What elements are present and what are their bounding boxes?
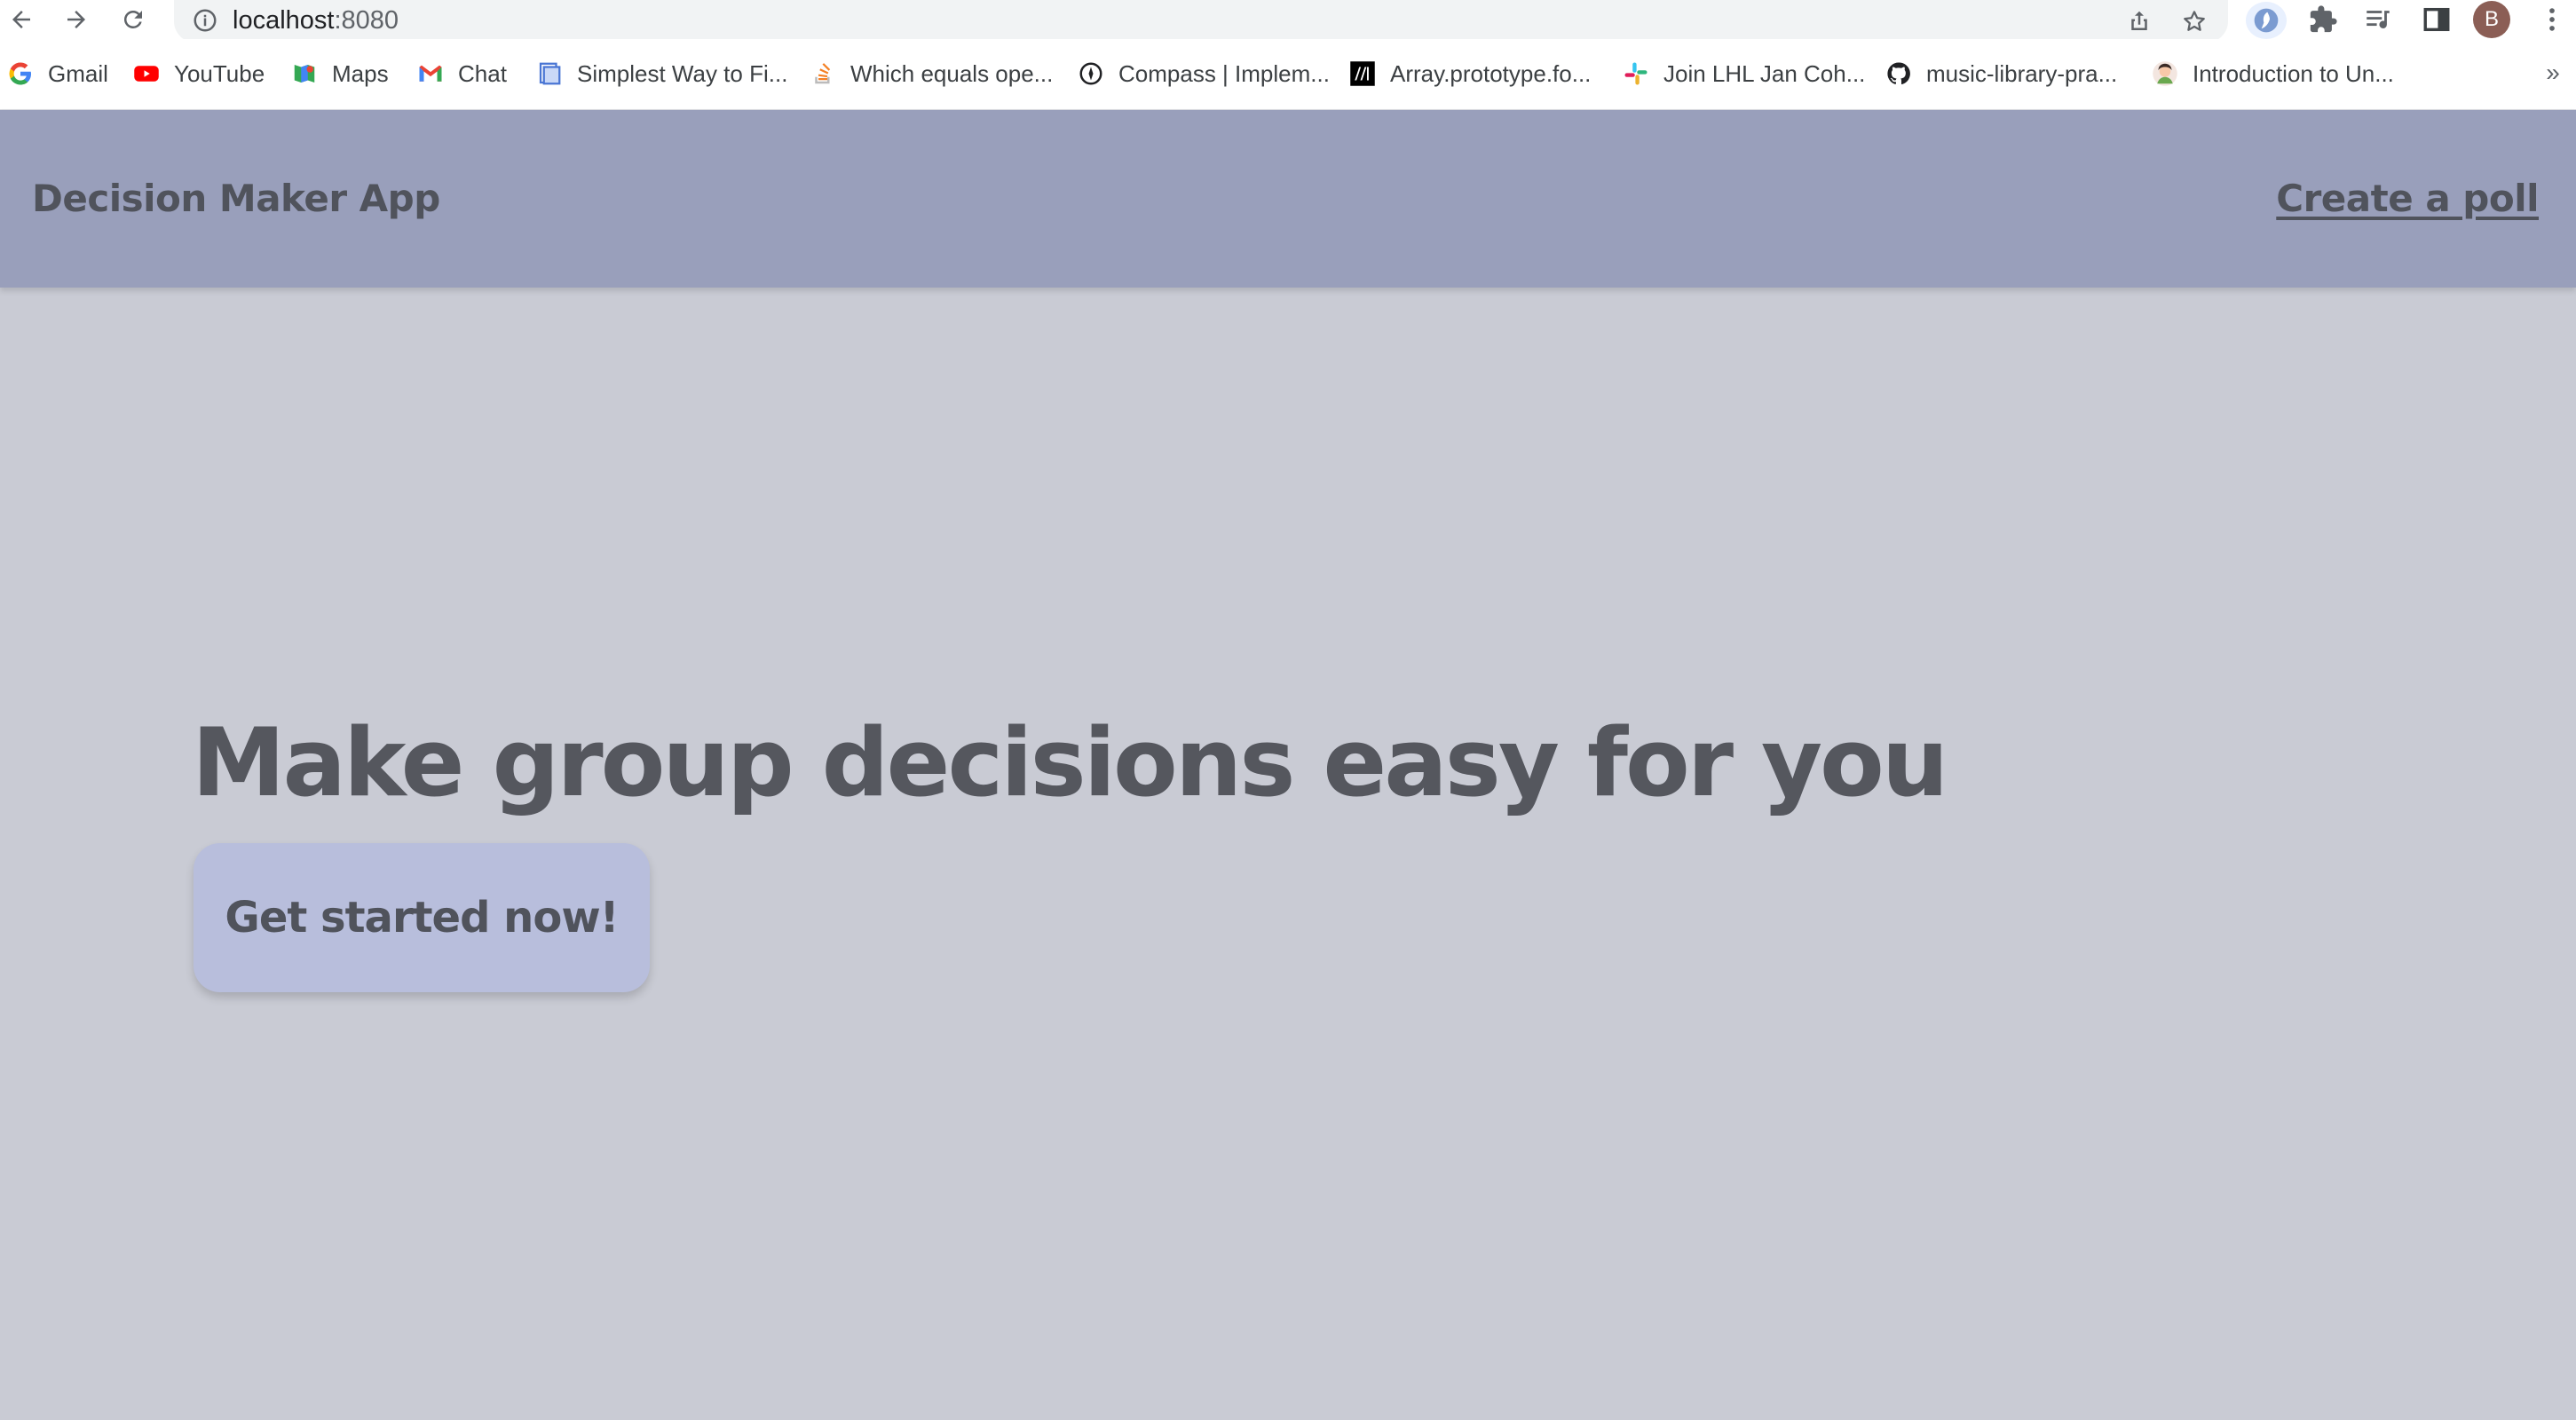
bookmark-gmail[interactable]: Gmail <box>7 53 108 94</box>
kebab-menu-icon <box>2549 8 2555 31</box>
app-header: Decision Maker App Create a poll <box>0 110 2576 288</box>
bookmark-label: Gmail <box>48 59 108 87</box>
bookmark-star-button[interactable] <box>2177 4 2212 39</box>
stackoverflow-icon <box>810 60 836 87</box>
puzzle-icon <box>2310 5 2337 33</box>
side-panel-icon <box>2423 7 2450 32</box>
compass-icon <box>1078 60 1104 87</box>
create-poll-link[interactable]: Create a poll <box>2276 163 2539 234</box>
slack-icon <box>1623 60 1649 87</box>
bookmark-label: music-library-pra... <box>1926 59 2118 87</box>
bookmark-join-lhl[interactable]: Join LHL Jan Coh... <box>1623 53 1865 94</box>
hero-title: Make group decisions easy for you <box>192 708 1948 817</box>
browser-menu-button[interactable] <box>2530 0 2574 39</box>
bookmark-introduction[interactable]: Introduction to Un... <box>2152 53 2394 94</box>
bookmark-chat[interactable]: Chat <box>417 53 507 94</box>
bookmark-simplest-way[interactable]: Simplest Way to Fi... <box>536 53 787 94</box>
gmail-chat-icon <box>417 60 444 87</box>
google-icon <box>7 60 34 87</box>
extension-active-button[interactable] <box>2246 2 2287 39</box>
bookmark-label: Maps <box>332 59 389 87</box>
bookmarks-overflow-button[interactable]: » <box>2535 55 2571 91</box>
bookmark-array-prototype[interactable]: Array.prototype.fo... <box>1349 53 1591 94</box>
info-icon[interactable] <box>192 7 218 34</box>
url-text[interactable]: localhost:8080 <box>233 4 399 37</box>
side-panel-button[interactable] <box>2414 0 2459 39</box>
maps-icon <box>291 60 318 87</box>
github-icon <box>1885 60 1912 87</box>
bookmark-youtube[interactable]: YouTube <box>133 53 265 94</box>
bookmark-label: Array.prototype.fo... <box>1390 59 1592 87</box>
bookmark-label: Chat <box>458 59 507 87</box>
bookmark-label: YouTube <box>174 59 265 87</box>
bookmark-maps[interactable]: Maps <box>291 53 389 94</box>
url-host: localhost <box>233 6 335 35</box>
profile-avatar[interactable]: B <box>2473 1 2510 38</box>
url-port: :8080 <box>334 6 399 35</box>
bookmark-label: Simplest Way to Fi... <box>577 59 788 87</box>
bookmark-label: Introduction to Un... <box>2193 59 2394 87</box>
address-bar[interactable]: localhost:8080 <box>174 0 2228 43</box>
share-icon <box>2131 11 2147 30</box>
reload-button[interactable] <box>107 0 160 39</box>
bookmark-which-equals[interactable]: Which equals ope... <box>810 53 1053 94</box>
youtube-icon <box>133 60 160 87</box>
media-control-button[interactable] <box>2356 0 2400 39</box>
arrow-right-icon <box>67 11 85 28</box>
arrow-left-icon <box>12 11 30 28</box>
avatar-icon <box>2152 60 2178 87</box>
document-icon <box>536 60 563 87</box>
forward-button[interactable] <box>50 0 103 39</box>
bookmark-compass[interactable]: Compass | Implem... <box>1078 53 1330 94</box>
back-button[interactable] <box>0 0 48 39</box>
extensions-button[interactable] <box>2301 0 2345 39</box>
bookmarks-bar: Gmail YouTube Maps Chat Simplest Way to … <box>0 39 2576 110</box>
bookmark-music-library[interactable]: music-library-pra... <box>1885 53 2117 94</box>
star-icon <box>2184 11 2205 31</box>
reload-icon <box>123 10 142 28</box>
bookmark-label: Which equals ope... <box>850 59 1054 87</box>
mdn-icon <box>1349 60 1376 87</box>
playlist-icon <box>2367 11 2390 28</box>
brand-title[interactable]: Decision Maker App <box>32 163 440 234</box>
extension-logo-icon <box>2254 8 2279 33</box>
bookmark-label: Join LHL Jan Coh... <box>1663 59 1866 87</box>
get-started-button[interactable]: Get started now! <box>194 843 650 992</box>
share-button[interactable] <box>2122 4 2157 39</box>
browser-toolbar: localhost:8080 B <box>0 0 2576 43</box>
bookmark-label: Compass | Implem... <box>1118 59 1330 87</box>
